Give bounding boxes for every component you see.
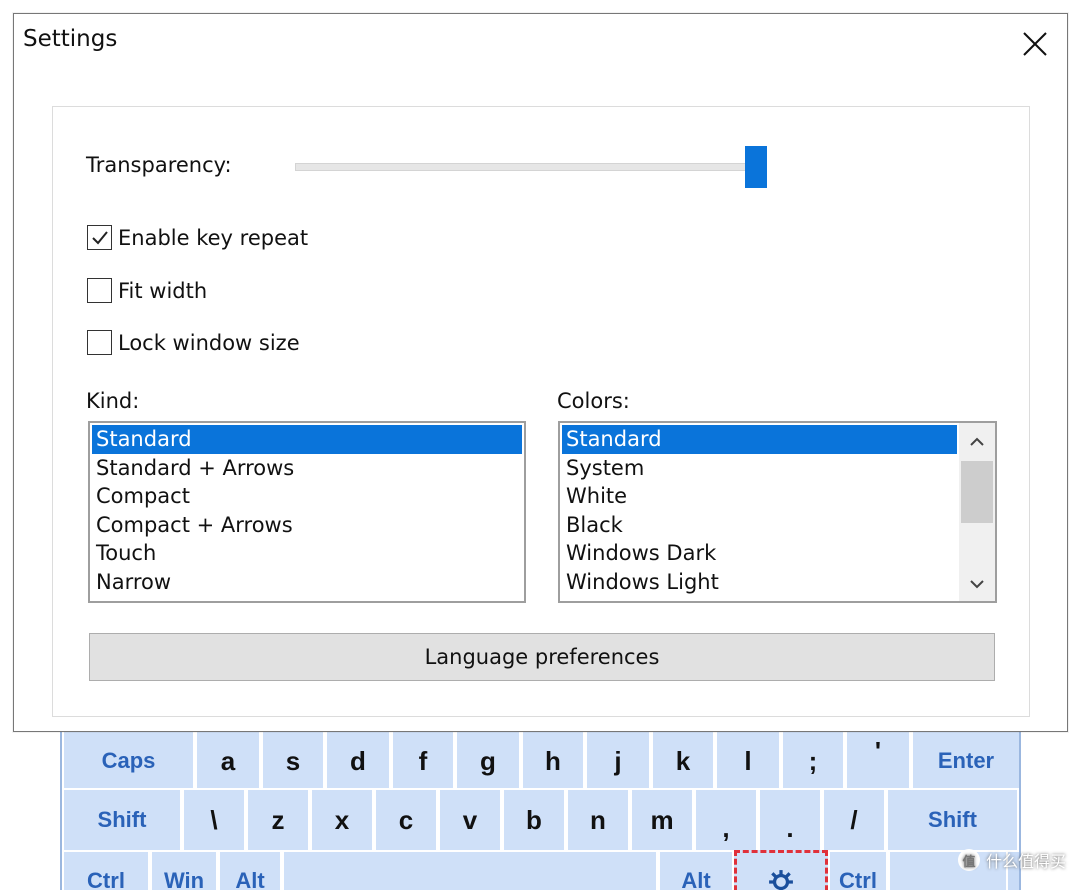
key-d[interactable]: d [325, 730, 391, 792]
key-shift-left[interactable]: Shift [62, 788, 182, 852]
kind-item-compact[interactable]: Compact [92, 482, 522, 511]
lock-window-size-label: Lock window size [118, 330, 300, 355]
colors-item-white[interactable]: White [562, 482, 957, 511]
watermark-logo: 值 [957, 849, 980, 871]
key-comma[interactable]: , [694, 788, 758, 852]
key-x[interactable]: x [310, 788, 374, 852]
fit-width-option[interactable]: Fit width [87, 278, 207, 303]
dialog-title: Settings [23, 26, 118, 52]
key-backslash[interactable]: \ [182, 788, 246, 852]
key-f[interactable]: f [391, 730, 455, 792]
key-n[interactable]: n [566, 788, 630, 852]
kind-item-touch[interactable]: Touch [92, 539, 522, 568]
key-space[interactable] [282, 850, 658, 890]
kind-item-standard[interactable]: Standard [92, 425, 522, 454]
colors-label: Colors: [557, 389, 630, 413]
colors-listbox[interactable]: Standard System White Black Windows Dark… [558, 421, 997, 603]
kind-listbox[interactable]: Standard Standard + Arrows Compact Compa… [88, 421, 526, 603]
keyboard-row-bottom-letters: Shift \ z x c v b n m , . / Shift [62, 788, 1019, 852]
settings-panel: Transparency: Enable key repeat Fit widt… [52, 106, 1030, 717]
key-enter[interactable]: Enter [911, 730, 1019, 792]
gear-icon [769, 870, 793, 890]
kind-item-narrow[interactable]: Narrow [92, 568, 522, 597]
key-k[interactable]: k [651, 730, 715, 792]
kind-label: Kind: [86, 389, 140, 413]
colors-item-black[interactable]: Black [562, 511, 957, 540]
key-c[interactable]: c [374, 788, 438, 852]
colors-scrollbar[interactable] [959, 423, 995, 601]
keyboard-row-modifiers: Ctrl Win Alt Alt Ctrl [62, 850, 1008, 890]
key-b[interactable]: b [502, 788, 566, 852]
key-alt-right[interactable]: Alt [658, 850, 734, 890]
keyboard-row-home: Caps a s d f g h j k l ; ' Enter [62, 730, 1019, 792]
enable-key-repeat-checkbox[interactable] [87, 225, 112, 250]
chevron-down-icon [970, 580, 984, 589]
enable-key-repeat-option[interactable]: Enable key repeat [87, 225, 308, 250]
key-j[interactable]: j [585, 730, 651, 792]
key-period[interactable]: . [758, 788, 822, 852]
chevron-up-icon [970, 437, 984, 446]
key-z[interactable]: z [246, 788, 310, 852]
kind-item-standard-arrows[interactable]: Standard + Arrows [92, 454, 522, 483]
colors-item-windows-dark[interactable]: Windows Dark [562, 539, 957, 568]
colors-item-system[interactable]: System [562, 454, 957, 483]
on-screen-keyboard: Caps a s d f g h j k l ; ' Enter Shift \… [60, 730, 1021, 890]
colors-item-windows-light[interactable]: Windows Light [562, 568, 957, 597]
key-win[interactable]: Win [150, 850, 218, 890]
fit-width-label: Fit width [118, 278, 208, 303]
key-shift-right[interactable]: Shift [886, 788, 1019, 852]
key-m[interactable]: m [630, 788, 694, 852]
scroll-up-button[interactable] [959, 427, 995, 457]
kind-item-compact-arrows[interactable]: Compact + Arrows [92, 511, 522, 540]
key-settings[interactable] [734, 850, 828, 890]
lock-window-size-checkbox[interactable] [87, 330, 112, 355]
key-apostrophe[interactable]: ' [845, 730, 911, 792]
key-ctrl-left[interactable]: Ctrl [62, 850, 150, 890]
colors-item-standard[interactable]: Standard [562, 425, 957, 454]
key-s[interactable]: s [261, 730, 325, 792]
enable-key-repeat-label: Enable key repeat [118, 225, 309, 250]
key-ctrl-right[interactable]: Ctrl [828, 850, 888, 890]
key-slash[interactable]: / [822, 788, 886, 852]
close-icon [1023, 32, 1047, 56]
checkmark-icon [91, 230, 108, 244]
watermark-text: 什么值得买 [985, 852, 1066, 871]
transparency-slider-thumb[interactable] [745, 146, 767, 188]
key-semicolon[interactable]: ; [781, 730, 845, 792]
transparency-label: Transparency: [86, 153, 232, 177]
key-l[interactable]: l [715, 730, 781, 792]
key-alt-left[interactable]: Alt [218, 850, 282, 890]
key-h[interactable]: h [521, 730, 585, 792]
key-caps[interactable]: Caps [62, 730, 195, 792]
close-button[interactable] [1013, 22, 1057, 66]
watermark: 值 什么值得买 [957, 848, 1066, 872]
transparency-slider[interactable] [295, 163, 767, 171]
lock-window-size-option[interactable]: Lock window size [87, 330, 300, 355]
fit-width-checkbox[interactable] [87, 278, 112, 303]
settings-dialog: Settings Transparency: Enable key repeat… [13, 13, 1068, 732]
key-v[interactable]: v [438, 788, 502, 852]
scroll-thumb[interactable] [961, 461, 993, 523]
scroll-down-button[interactable] [959, 569, 995, 599]
key-g[interactable]: g [455, 730, 521, 792]
key-a[interactable]: a [195, 730, 261, 792]
language-preferences-button[interactable]: Language preferences [89, 633, 995, 681]
